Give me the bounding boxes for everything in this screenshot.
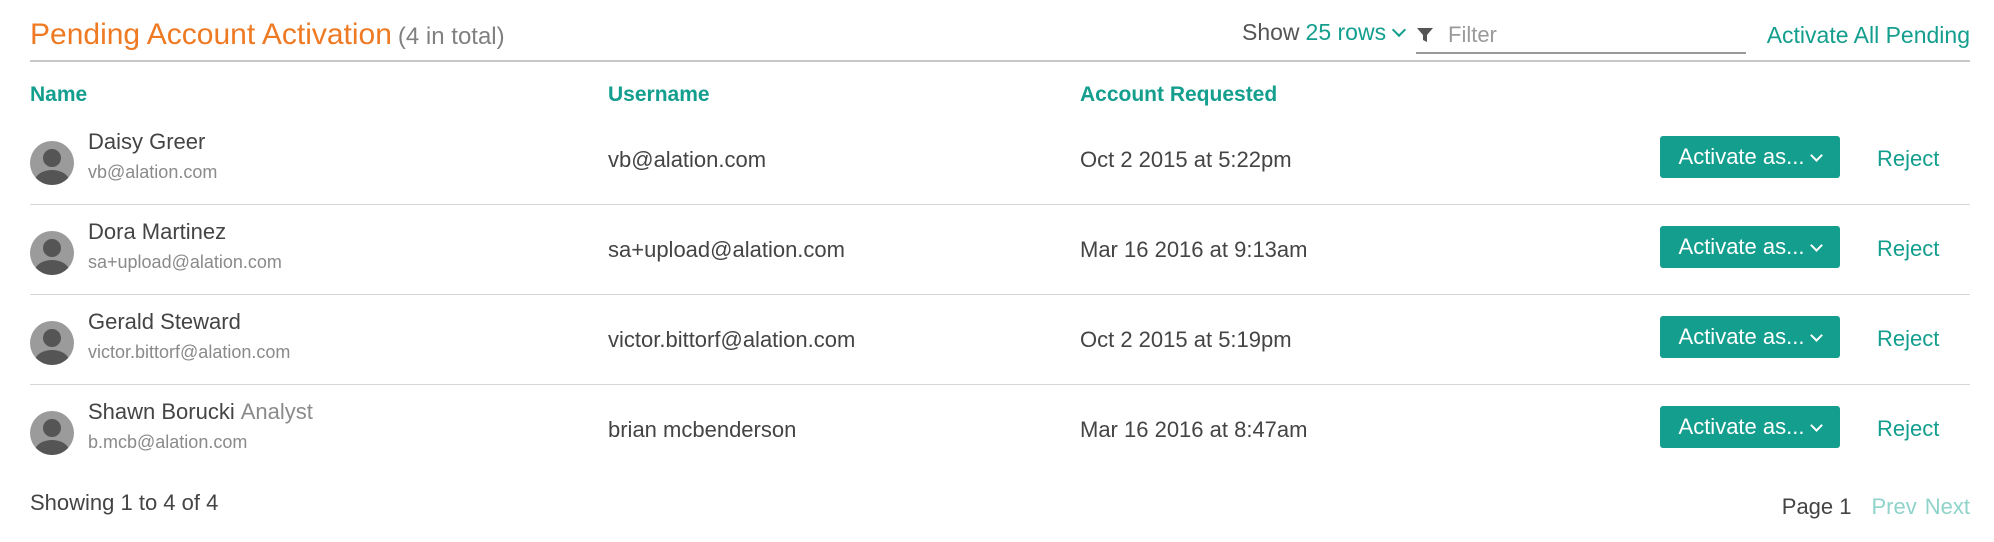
page-title-text: Pending Account Activation xyxy=(30,18,392,51)
table-row: Gerald Steward victor.bittorf@alation.co… xyxy=(30,295,1970,385)
requested-date-cell: Mar 16 2016 at 9:13am xyxy=(1080,237,1308,262)
user-name-text: Gerald Steward xyxy=(88,309,241,334)
reject-link[interactable]: Reject xyxy=(1877,236,1939,262)
column-header-account-requested[interactable]: Account Requested xyxy=(1080,83,1277,107)
rows-per-page-value: 25 rows xyxy=(1305,19,1387,45)
activate-as-label: Activate as... xyxy=(1678,324,1805,349)
activate-as-button[interactable]: Activate as... xyxy=(1660,316,1840,358)
avatar xyxy=(30,321,74,365)
username-cell: victor.bittorf@alation.com xyxy=(608,327,856,352)
requested-date-cell: Oct 2 2015 at 5:19pm xyxy=(1080,327,1292,352)
avatar xyxy=(30,141,74,185)
activate-as-button[interactable]: Activate as... xyxy=(1660,136,1840,178)
chevron-down-icon xyxy=(1392,22,1407,38)
user-name: Daisy Greer xyxy=(88,129,211,155)
rows-per-page-dropdown[interactable]: 25 rows xyxy=(1305,19,1407,45)
user-name: Shawn Borucki Analyst xyxy=(88,399,313,425)
activate-all-pending-link[interactable]: Activate All Pending xyxy=(1767,22,1970,49)
prev-page-link[interactable]: Prev xyxy=(1872,494,1917,519)
activate-as-button[interactable]: Activate as... xyxy=(1660,226,1840,268)
filter-input[interactable] xyxy=(1448,20,1738,50)
column-header-username[interactable]: Username xyxy=(608,83,710,107)
username-cell: brian mcbenderson xyxy=(608,417,797,442)
requested-date-cell: Oct 2 2015 at 5:22pm xyxy=(1080,147,1292,172)
next-page-link[interactable]: Next xyxy=(1925,494,1970,519)
requested-date-cell: Mar 16 2016 at 8:47am xyxy=(1080,417,1308,442)
filter-icon xyxy=(1417,28,1433,42)
user-name-text: Dora Martinez xyxy=(88,219,227,244)
activate-as-label: Activate as... xyxy=(1678,414,1805,439)
user-name-text: Shawn Borucki xyxy=(88,399,235,424)
user-email: victor.bittorf@alation.com xyxy=(88,342,291,362)
column-header-name[interactable]: Name xyxy=(30,83,87,107)
username-cell: vb@alation.com xyxy=(608,147,767,172)
filter-field xyxy=(1416,18,1746,54)
pagination: Page 1 Prev Next xyxy=(1782,494,1970,520)
user-role: Analyst xyxy=(240,399,313,424)
rows-per-page-control: Show 25 rows xyxy=(1242,19,1407,46)
avatar xyxy=(30,411,74,455)
user-email: b.mcb@alation.com xyxy=(88,432,248,452)
total-count: (4 in total) xyxy=(397,23,505,50)
user-name-text: Daisy Greer xyxy=(88,129,206,154)
user-name: Gerald Steward xyxy=(88,309,247,335)
user-email: sa+upload@alation.com xyxy=(88,252,282,272)
header-divider xyxy=(30,60,1970,62)
reject-link[interactable]: Reject xyxy=(1877,326,1939,352)
username-cell: sa+upload@alation.com xyxy=(608,237,845,262)
chevron-down-icon xyxy=(1810,419,1824,432)
chevron-down-icon xyxy=(1810,239,1824,252)
activate-as-label: Activate as... xyxy=(1678,144,1805,169)
user-email: vb@alation.com xyxy=(88,162,218,182)
user-name: Dora Martinez xyxy=(88,219,232,245)
avatar xyxy=(30,231,74,275)
table-row: Dora Martinez sa+upload@alation.com sa+u… xyxy=(30,205,1970,295)
activate-as-button[interactable]: Activate as... xyxy=(1660,406,1840,448)
activate-as-label: Activate as... xyxy=(1678,234,1805,259)
chevron-down-icon xyxy=(1810,149,1824,162)
table-row: Shawn Borucki Analyst b.mcb@alation.com b… xyxy=(30,385,1970,475)
chevron-down-icon xyxy=(1810,329,1824,342)
pagination-summary: Showing 1 to 4 of 4 xyxy=(30,490,219,515)
page-header: Pending Account Activation (4 in total) S… xyxy=(30,14,1970,62)
show-label: Show xyxy=(1242,19,1300,45)
reject-link[interactable]: Reject xyxy=(1877,416,1939,442)
reject-link[interactable]: Reject xyxy=(1877,146,1939,172)
page-title: Pending Account Activation (4 in total) xyxy=(30,18,505,52)
page-indicator: Page 1 xyxy=(1781,494,1852,519)
table-row: Daisy Greer vb@alation.com vb@alation.co… xyxy=(30,115,1970,205)
